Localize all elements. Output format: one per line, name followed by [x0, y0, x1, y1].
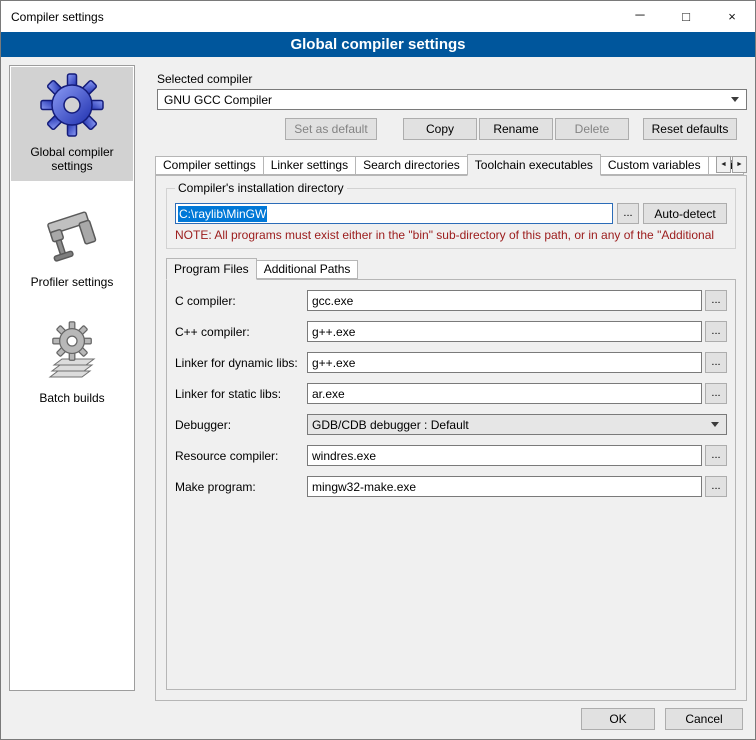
field-label: Linker for dynamic libs: [175, 356, 307, 370]
ok-button[interactable]: OK [581, 708, 655, 730]
settings-tabstrip: Compiler settings Linker settings Search… [155, 153, 747, 175]
toolchain-executables-panel: Compiler's installation directory C:\ray… [155, 175, 747, 701]
close-icon: × [728, 9, 736, 24]
field-label: Make program: [175, 480, 307, 494]
tab-custom-variables[interactable]: Custom variables [600, 156, 709, 175]
field-label: Resource compiler: [175, 449, 307, 463]
linker-dynamic-browse-button[interactable]: ... [705, 352, 727, 373]
tab-scroll-buttons: ◄ ► [715, 156, 747, 173]
sidebar-item-batch-builds[interactable]: Batch builds [11, 313, 133, 413]
arrow-left-icon: ◄ [720, 161, 727, 168]
field-row-linker-dynamic: Linker for dynamic libs: g++.exe ... [175, 352, 727, 373]
window-title: Compiler settings [1, 1, 617, 32]
sidebar-item-label: Global compiler settings [13, 145, 131, 173]
installation-directory-group: Compiler's installation directory C:\ray… [166, 188, 736, 249]
arrow-right-icon: ► [736, 161, 743, 168]
sidebar-item-label: Batch builds [39, 391, 104, 405]
install-dir-input[interactable]: C:\raylib\MinGW [175, 203, 613, 224]
dialog-content: Global compiler settings Profiler settin… [1, 57, 755, 699]
maximize-button[interactable]: □ [663, 1, 709, 32]
field-label: Linker for static libs: [175, 387, 307, 401]
cpp-compiler-input[interactable]: g++.exe [307, 321, 702, 342]
cancel-button[interactable]: Cancel [665, 708, 743, 730]
linker-static-input[interactable]: ar.exe [307, 383, 702, 404]
titlebar: Compiler settings ─ □ × [1, 1, 755, 32]
installation-directory-label: Compiler's installation directory [175, 181, 347, 195]
field-row-cpp-compiler: C++ compiler: g++.exe ... [175, 321, 727, 342]
close-button[interactable]: × [709, 1, 755, 32]
linker-dynamic-input[interactable]: g++.exe [307, 352, 702, 373]
dialog-footer: OK Cancel [1, 699, 755, 739]
tab-additional-paths[interactable]: Additional Paths [256, 260, 359, 279]
field-row-c-compiler: C compiler: gcc.exe ... [175, 290, 727, 311]
gear-batch-icon [40, 319, 104, 383]
field-row-linker-static: Linker for static libs: ar.exe ... [175, 383, 727, 404]
tab-search-directories[interactable]: Search directories [355, 156, 468, 175]
tab-scroll-right-button[interactable]: ► [732, 156, 747, 173]
compiler-actions: Set as default Copy Rename Delete Reset … [157, 118, 737, 140]
make-program-input[interactable]: mingw32-make.exe [307, 476, 702, 497]
set-as-default-button: Set as default [285, 118, 377, 140]
chevron-down-icon [711, 422, 719, 427]
installation-directory-row: C:\raylib\MinGW ... Auto-detect [175, 203, 727, 224]
field-label: C++ compiler: [175, 325, 307, 339]
tab-program-files[interactable]: Program Files [166, 258, 257, 280]
c-compiler-input[interactable]: gcc.exe [307, 290, 702, 311]
resource-compiler-browse-button[interactable]: ... [705, 445, 727, 466]
field-row-make-program: Make program: mingw32-make.exe ... [175, 476, 727, 497]
field-label: Debugger: [175, 418, 307, 432]
rename-button[interactable]: Rename [479, 118, 553, 140]
program-files-panel: C compiler: gcc.exe ... C++ compiler: g+… [166, 279, 736, 690]
reset-defaults-button[interactable]: Reset defaults [643, 118, 737, 140]
tab-scroll-left-button[interactable]: ◄ [716, 156, 731, 173]
tab-compiler-settings[interactable]: Compiler settings [155, 156, 264, 175]
field-row-resource-compiler: Resource compiler: windres.exe ... [175, 445, 727, 466]
delete-button: Delete [555, 118, 629, 140]
debugger-select[interactable]: GDB/CDB debugger : Default [307, 414, 727, 435]
settings-category-list: Global compiler settings Profiler settin… [9, 65, 135, 691]
field-row-debugger: Debugger: GDB/CDB debugger : Default [175, 414, 727, 435]
resource-compiler-input[interactable]: windres.exe [307, 445, 702, 466]
maximize-icon: □ [682, 9, 690, 24]
compiler-settings-window: Compiler settings ─ □ × Global compiler … [0, 0, 756, 740]
linker-static-browse-button[interactable]: ... [705, 383, 727, 404]
minimize-button[interactable]: ─ [617, 1, 663, 32]
minimize-icon: ─ [635, 7, 644, 22]
auto-detect-button[interactable]: Auto-detect [643, 203, 727, 224]
main-panel: Selected compiler GNU GCC Compiler Set a… [145, 65, 755, 701]
copy-button[interactable]: Copy [403, 118, 477, 140]
sidebar-item-label: Profiler settings [31, 275, 114, 289]
c-compiler-browse-button[interactable]: ... [705, 290, 727, 311]
debugger-select-value: GDB/CDB debugger : Default [312, 418, 711, 432]
gear-blue-icon [40, 73, 104, 137]
page-title: Global compiler settings [1, 32, 755, 57]
profiler-tool-icon [40, 203, 104, 267]
sidebar-item-global-compiler-settings[interactable]: Global compiler settings [11, 67, 133, 181]
install-dir-value: C:\raylib\MinGW [178, 206, 267, 222]
make-program-browse-button[interactable]: ... [705, 476, 727, 497]
bin-note-text: NOTE: All programs must exist either in … [175, 228, 727, 242]
compiler-select-value: GNU GCC Compiler [164, 93, 731, 107]
cpp-compiler-browse-button[interactable]: ... [705, 321, 727, 342]
install-dir-browse-button[interactable]: ... [617, 203, 639, 224]
sidebar-item-profiler-settings[interactable]: Profiler settings [11, 197, 133, 297]
tab-toolchain-executables[interactable]: Toolchain executables [467, 154, 601, 176]
field-label: C compiler: [175, 294, 307, 308]
chevron-down-icon [731, 97, 739, 102]
compiler-select[interactable]: GNU GCC Compiler [157, 89, 747, 110]
tab-linker-settings[interactable]: Linker settings [263, 156, 356, 175]
selected-compiler-label: Selected compiler [157, 72, 747, 86]
program-files-tabstrip: Program Files Additional Paths [166, 258, 736, 279]
